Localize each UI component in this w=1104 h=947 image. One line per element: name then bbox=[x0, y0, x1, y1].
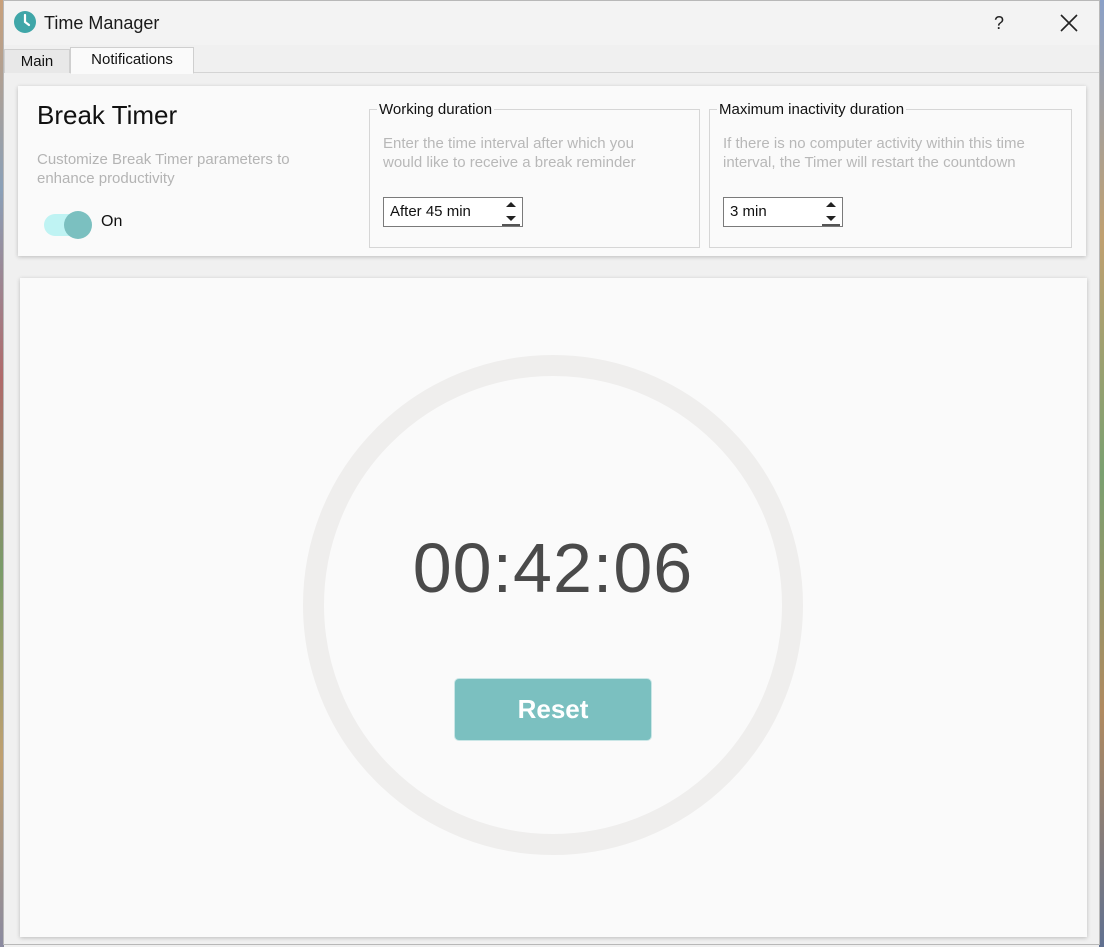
working-duration-description-line1: Enter the time interval after which you bbox=[383, 135, 634, 152]
inactivity-duration-stepper bbox=[820, 198, 842, 226]
working-duration-decrement-button[interactable] bbox=[500, 212, 522, 226]
help-button[interactable]: ? bbox=[982, 9, 1016, 37]
tab-main[interactable]: Main bbox=[4, 49, 70, 73]
close-icon bbox=[1060, 14, 1078, 32]
inactivity-duration-decrement-button[interactable] bbox=[820, 212, 842, 226]
reset-button[interactable]: Reset bbox=[454, 678, 652, 741]
toggle-knob bbox=[64, 211, 92, 239]
inactivity-duration-spinbox[interactable]: 3 min bbox=[723, 197, 843, 227]
timer-display: 00:42:06 bbox=[412, 529, 694, 607]
time-manager-window: Time Manager ? Main Notifications Break … bbox=[3, 0, 1100, 945]
clock-icon bbox=[14, 11, 36, 33]
break-timer-toggle[interactable] bbox=[44, 210, 92, 239]
break-timer-description: Customize Break Timer parameters to enha… bbox=[37, 151, 290, 187]
working-duration-increment-button[interactable] bbox=[500, 198, 522, 212]
inactivity-duration-group: Maximum inactivity duration If there is … bbox=[709, 101, 1072, 248]
inactivity-duration-increment-button[interactable] bbox=[820, 198, 842, 212]
inactivity-duration-value: 3 min bbox=[730, 203, 767, 220]
timer-card: 00:42:06 Reset bbox=[20, 278, 1087, 937]
tab-notifications[interactable]: Notifications bbox=[70, 47, 194, 74]
inactivity-duration-description-line2: interval, the Timer will restart the cou… bbox=[723, 154, 1016, 171]
inactivity-duration-description: If there is no computer activity within … bbox=[723, 134, 1025, 172]
inactivity-duration-description-line1: If there is no computer activity within … bbox=[723, 135, 1025, 152]
inactivity-duration-legend: Maximum inactivity duration bbox=[717, 101, 907, 118]
working-duration-legend: Working duration bbox=[377, 101, 495, 118]
working-duration-value: After 45 min bbox=[390, 203, 471, 220]
break-timer-title: Break Timer bbox=[37, 100, 178, 130]
close-button[interactable] bbox=[1052, 9, 1086, 37]
toggle-label: On bbox=[101, 213, 123, 230]
working-duration-stepper bbox=[500, 198, 522, 226]
title-bar: Time Manager ? bbox=[4, 1, 1099, 45]
working-duration-spinbox[interactable]: After 45 min bbox=[383, 197, 523, 227]
window-title: Time Manager bbox=[44, 13, 160, 33]
tab-bar: Main Notifications bbox=[4, 45, 1099, 74]
break-timer-settings-card: Break Timer Customize Break Timer parame… bbox=[18, 86, 1086, 256]
working-duration-group: Working duration Enter the time interval… bbox=[369, 101, 700, 248]
working-duration-description: Enter the time interval after which you … bbox=[383, 134, 636, 172]
working-duration-description-line2: would like to receive a break reminder bbox=[383, 154, 636, 171]
